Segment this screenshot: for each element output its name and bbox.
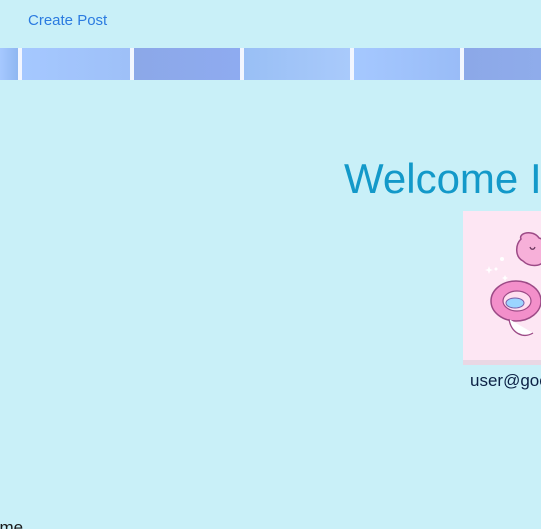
banner-segment — [134, 48, 240, 80]
banner-segment — [22, 48, 130, 80]
banner-segment — [464, 48, 541, 80]
banner-segment — [0, 48, 18, 80]
banner-strip — [0, 48, 541, 80]
user-email: user@goo — [470, 371, 541, 390]
banner-segment — [244, 48, 350, 80]
page: Create Post Welcome I user@goo me — [0, 0, 541, 529]
avatar-illustration-icon — [463, 211, 541, 365]
create-post-link[interactable]: Create Post — [28, 12, 107, 30]
avatar — [463, 211, 541, 365]
bottom-partial-text: ome — [0, 518, 24, 529]
banner-segment — [354, 48, 460, 80]
top-nav: Create Post — [0, 0, 541, 48]
welcome-heading: Welcome I — [344, 155, 541, 202]
